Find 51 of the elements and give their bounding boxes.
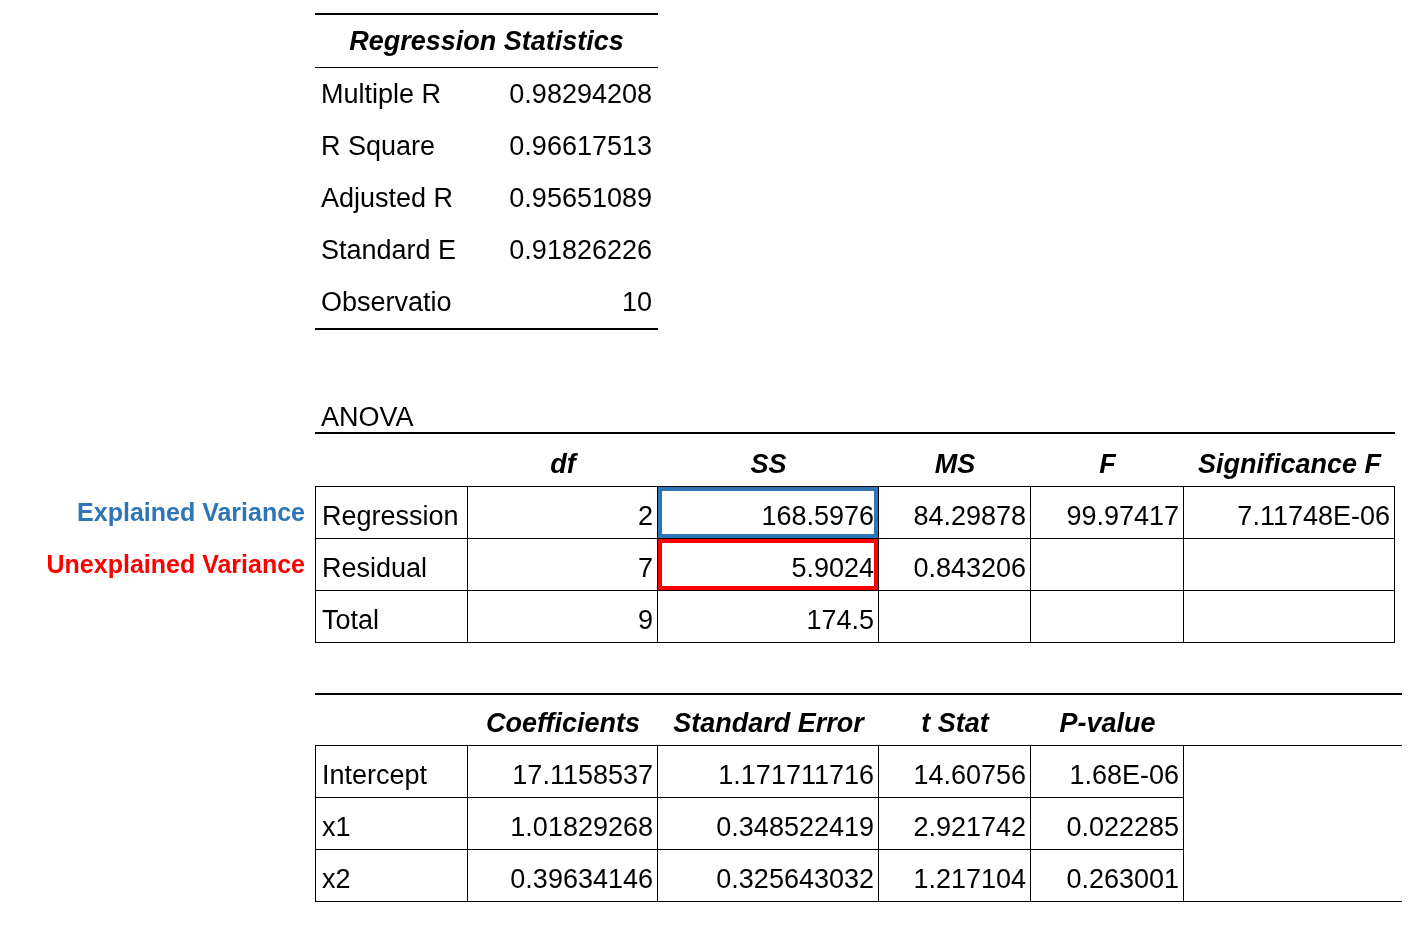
table-cell-text: 10 [620,285,653,319]
table-cell: 5.9024 [658,539,879,591]
table-cell: 1.68E-06 [1031,746,1184,798]
column-header: F [1099,447,1116,481]
table-cell-text: 0.98294208 [508,77,653,111]
column-header: SS [750,447,787,481]
table-cell: 14.60756 [879,746,1031,798]
table-cell-text: 0.91826226 [508,233,653,267]
table-cell: 17.1158537 [468,746,658,798]
table-header: Regression Statistics [349,24,624,58]
column-header: Coefficients [485,706,640,740]
table-cell: Total [315,591,468,643]
table-cell: 7 [468,539,658,591]
table-cell-text: 0.96617513 [508,129,653,163]
table-cell: 174.5 [658,591,879,643]
table-cell-text: R Square [320,129,437,163]
table-cell: 0.325643032 [658,850,879,902]
table-cell: 0.022285 [1031,798,1184,850]
table-cell: x2 [315,850,468,902]
table-cell: 1.217104 [879,850,1031,902]
annotation-label: Explained Variance [77,497,305,529]
annotation-label: Unexplained Variance [46,549,305,581]
table-cell-text: Observatio [320,285,453,319]
table-cell: 168.5976 [658,487,879,539]
table-cell: 1.01829268 [468,798,658,850]
table-cell: x1 [315,798,468,850]
section-title: ANOVA [315,400,1395,434]
table-cell: Intercept [315,746,468,798]
table-cell: 1.171711716 [658,746,879,798]
column-header: t Stat [921,706,989,740]
table-cell-text: Adjusted R [320,181,455,215]
table-cell: 99.97417 [1031,487,1184,539]
table-cell: 2.921742 [879,798,1031,850]
table-cell: 0.348522419 [658,798,879,850]
column-header: Standard Error [673,706,864,740]
table-cell-text: Standard E [320,233,458,267]
table-cell: 9 [468,591,658,643]
table-cell-text: Multiple R [320,77,443,111]
table-cell: 0.263001 [1031,850,1184,902]
column-header: MS [934,447,976,481]
column-header: Significance F [1197,447,1381,481]
table-cell: 84.29878 [879,487,1031,539]
column-header: P-value [1059,706,1156,740]
column-header: df [550,447,576,481]
table-cell: 2 [468,487,658,539]
table-cell: Regression [315,487,468,539]
table-cell: 0.843206 [879,539,1031,591]
table-cell: 0.39634146 [468,850,658,902]
table-cell: Residual [315,539,468,591]
table-cell-text: 0.95651089 [508,181,653,215]
table-cell: 7.11748E-06 [1184,487,1395,539]
